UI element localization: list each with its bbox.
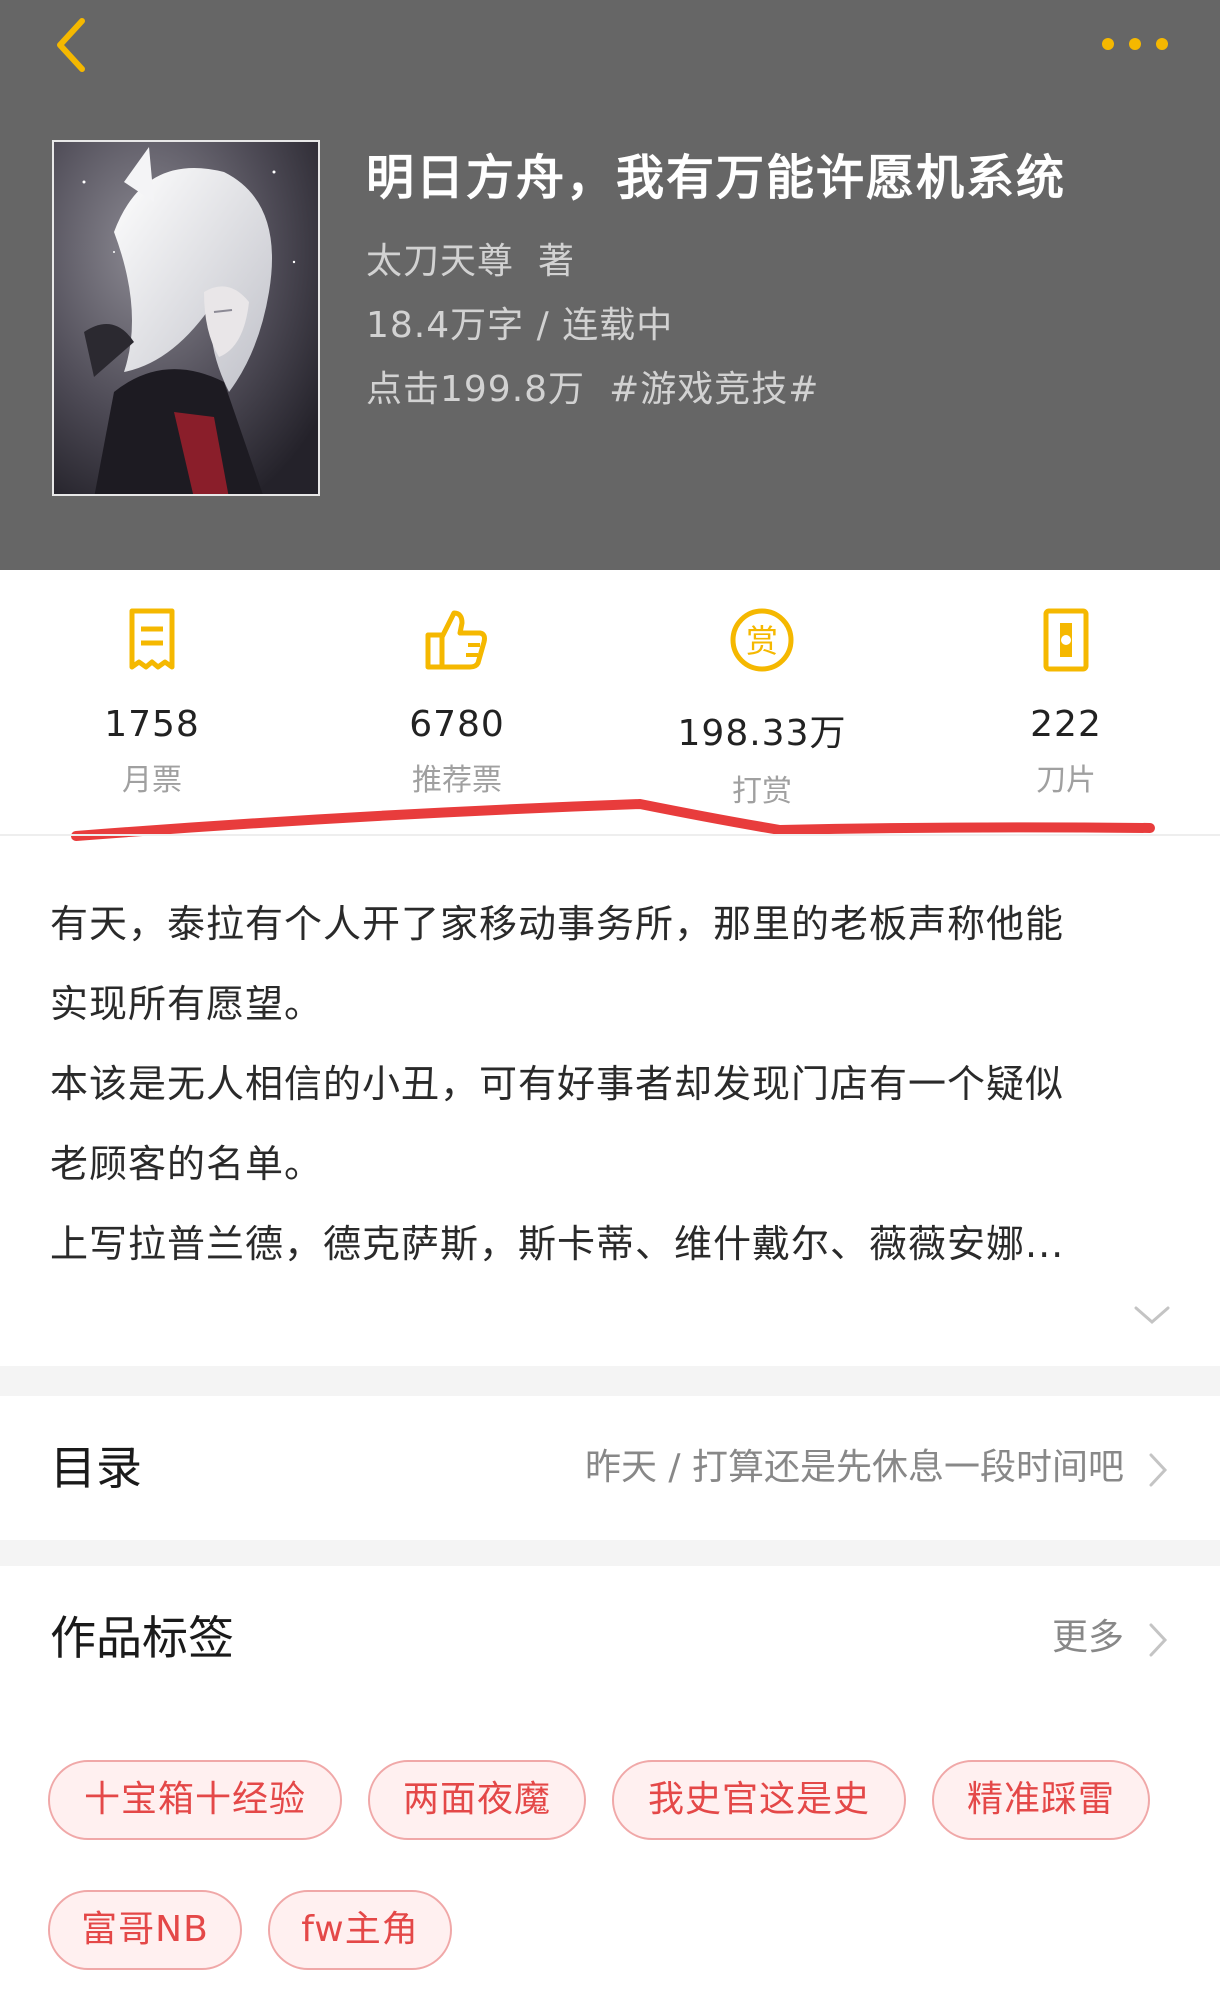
tag-chip[interactable]: 我史官这是史 [612, 1760, 906, 1840]
book-cover[interactable] [52, 140, 320, 496]
cover-illustration [54, 142, 318, 494]
word-count-line: 18.4万字 / 连载中 [366, 296, 673, 348]
stat-value: 1758 [104, 704, 200, 745]
tag-chip[interactable]: 精准踩雷 [932, 1760, 1150, 1840]
word-count: 18.4万字 [366, 305, 525, 346]
section-divider [0, 1540, 1220, 1566]
click-count: 点击199.8万 [366, 369, 586, 410]
stats-bar: 1758 月票 6780 推荐票 赏 198.33万 打赏 222 刀片 [0, 600, 1220, 810]
expand-description-button[interactable] [1130, 1300, 1174, 1330]
chevron-right-icon[interactable] [1146, 1620, 1170, 1660]
stat-value: 6780 [409, 704, 505, 745]
book-description[interactable]: 有天，泰拉有个人开了家移动事务所，那里的老板声称他能 实现所有愿望。 本该是无人… [50, 884, 1170, 1284]
latest-chapter: 昨天 / 打算还是先休息一段时间吧 [584, 1447, 1124, 1488]
tags-title: 作品标签 [50, 1611, 234, 1665]
stat-monthly-ticket[interactable]: 1758 月票 [32, 600, 272, 799]
monthly-ticket-icon [129, 608, 175, 670]
thumbs-up-icon [425, 610, 487, 670]
blade-icon [1043, 608, 1089, 672]
stat-reward[interactable]: 赏 198.33万 打赏 [642, 600, 882, 810]
section-divider [0, 1366, 1220, 1396]
tag-chip[interactable]: 两面夜魔 [368, 1760, 586, 1840]
chevron-left-icon [57, 18, 85, 72]
meta-separator: / [536, 305, 550, 346]
category-tag[interactable]: #游戏竞技# [609, 369, 819, 410]
description-line: 上写拉普兰德，德克萨斯，斯卡蒂、维什戴尔、薇薇安娜... [50, 1222, 1065, 1266]
stat-blade[interactable]: 222 刀片 [946, 600, 1186, 799]
svg-text:赏: 赏 [746, 622, 778, 660]
tags-more-link[interactable]: 更多 [1052, 1568, 1124, 1708]
author-line: 太刀天尊著 [366, 232, 575, 284]
book-title: 明日方舟，我有万能许愿机系统 [366, 150, 1067, 206]
more-dots-icon [1102, 38, 1168, 50]
serial-status: 连载中 [562, 305, 674, 346]
stat-value: 198.33万 [677, 713, 847, 754]
author-name[interactable]: 太刀天尊 [366, 241, 514, 282]
toc-row[interactable]: 目录 昨天 / 打算还是先休息一段时间吧 [0, 1398, 1220, 1538]
tag-chip[interactable]: fw主角 [268, 1890, 452, 1970]
stat-recommend-ticket[interactable]: 6780 推荐票 [337, 600, 577, 799]
stat-value: 222 [1030, 704, 1102, 745]
tag-chip[interactable]: 富哥NB [48, 1890, 242, 1970]
chevron-right-icon [1149, 1453, 1168, 1487]
author-suffix: 著 [538, 241, 576, 282]
more-button[interactable] [1090, 14, 1180, 74]
book-header: 明日方舟，我有万能许愿机系统 太刀天尊著 18.4万字 / 连载中 点击199.… [0, 0, 1220, 570]
description-line: 实现所有愿望。 [50, 982, 324, 1026]
description-line: 本该是无人相信的小丑，可有好事者却发现门店有一个疑似 [50, 1062, 1065, 1106]
clicks-line: 点击199.8万 #游戏竞技# [366, 360, 819, 412]
back-button[interactable] [40, 10, 100, 80]
tags-header: 作品标签 更多 [0, 1568, 1220, 1708]
reward-coin-icon: 赏 [730, 608, 794, 672]
description-line: 有天，泰拉有个人开了家移动事务所，那里的老板声称他能 [50, 902, 1065, 946]
toc-title: 目录 [50, 1441, 142, 1495]
description-line: 老顾客的名单。 [50, 1142, 324, 1186]
red-underline-annotation [71, 798, 1155, 841]
stats-divider [0, 834, 1220, 836]
chevron-down-icon [1134, 1306, 1170, 1324]
tag-chip[interactable]: 十宝箱十经验 [48, 1760, 342, 1840]
